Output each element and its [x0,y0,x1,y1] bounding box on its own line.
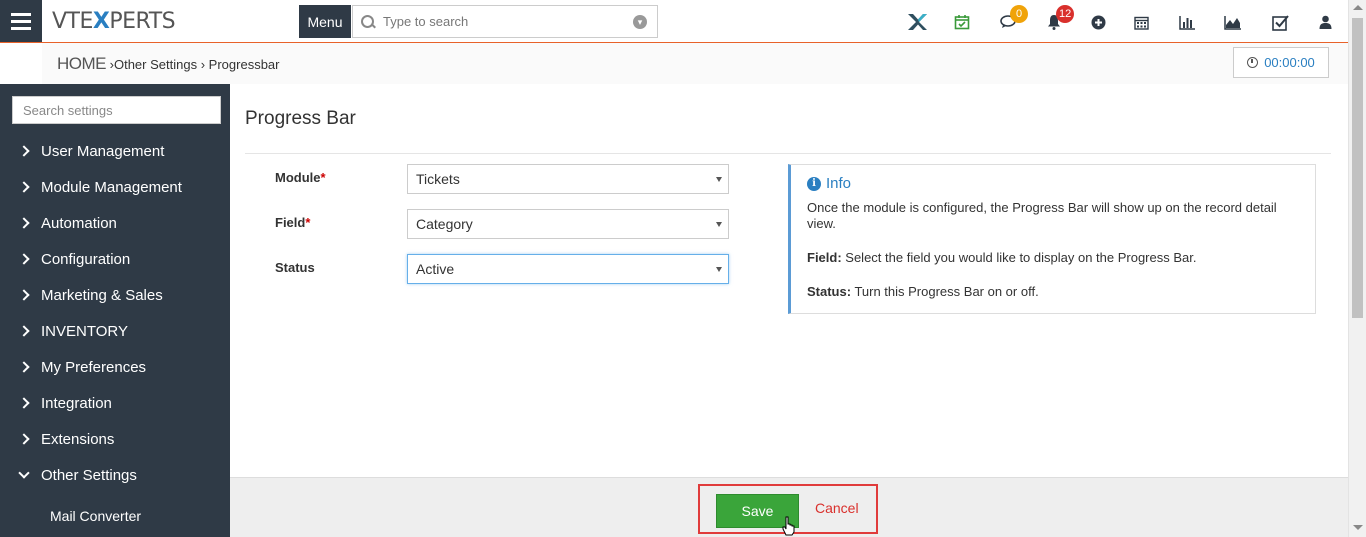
sidebar-item-label: User Management [41,142,165,160]
plus-circle-icon[interactable] [1084,8,1112,36]
chevron-right-icon: › [200,57,206,72]
chevron-right-icon [18,289,30,301]
chat-count-badge: 0 [1010,5,1028,23]
vtexperts-logo[interactable]: VTEXPERTS [52,9,176,34]
main-content: Progress Bar Module* Tickets Field* Cate… [230,84,1348,477]
chevron-right-icon [18,145,30,157]
sidebar-subitem-mail-converter[interactable]: Mail Converter [50,508,141,524]
sidebar-item-extensions[interactable]: Extensions [0,421,230,457]
chevron-right-icon [18,325,30,337]
sidebar-item-automation[interactable]: Automation [0,205,230,241]
scrollbar-thumb[interactable] [1352,18,1363,318]
status-select[interactable]: Active [407,254,729,284]
breadcrumb-other-settings[interactable]: Other Settings [114,57,197,72]
sidebar-item-label: Marketing & Sales [41,286,163,304]
sidebar-item-label: Module Management [41,178,182,196]
settings-search-placeholder: Search settings [23,102,113,118]
menu-button[interactable]: Menu [299,5,351,38]
required-marker: * [320,170,326,185]
sidebar-item-label: INVENTORY [41,322,128,340]
settings-search-input[interactable]: Search settings [12,96,221,124]
bell-icon[interactable]: 12 [1040,5,1075,36]
sidebar-item-label: Other Settings [41,466,137,484]
sidebar-item-integration[interactable]: Integration [0,385,230,421]
dropdown-arrow-icon [716,177,722,182]
sidebar-item-marketing-sales[interactable]: Marketing & Sales [0,277,230,313]
area-chart-icon[interactable] [1219,8,1247,36]
breadcrumb-progressbar: Progressbar [208,57,280,72]
checkbox-icon[interactable] [1266,8,1294,36]
info-icon: i [807,176,821,191]
breadcrumb-home[interactable]: HOME [57,54,107,73]
module-select-value: Tickets [416,171,460,187]
sidebar-item-other-settings[interactable]: Other Settings [0,457,230,493]
info-status-text: Status: Turn this Progress Bar on or off… [807,284,1039,299]
chevron-right-icon [18,397,30,409]
settings-sidebar: Search settings User Management Module M… [0,84,230,537]
global-search-input[interactable]: Type to search ▾ [352,5,658,38]
scroll-up-icon[interactable] [1353,5,1363,10]
divider [245,153,1331,154]
chevron-right-icon [18,361,30,373]
user-icon[interactable] [1311,8,1339,36]
module-select[interactable]: Tickets [407,164,729,194]
chevron-right-icon [18,253,30,265]
timer-button[interactable]: 00:00:00 [1233,47,1329,78]
notification-count-badge: 12 [1056,5,1075,23]
sidebar-item-inventory[interactable]: INVENTORY [0,313,230,349]
info-heading: i Info [807,175,1299,192]
top-navbar: VTEXPERTS Menu Type to search ▾ 0 12 [0,0,1348,43]
chevron-down-icon [18,467,30,479]
sidebar-item-label: Integration [41,394,112,412]
sidebar-item-module-management[interactable]: Module Management [0,169,230,205]
field-select[interactable]: Category [407,209,729,239]
sidebar-item-my-preferences[interactable]: My Preferences [0,349,230,385]
bar-chart-icon[interactable] [1173,8,1201,36]
sidebar-item-configuration[interactable]: Configuration [0,241,230,277]
required-marker: * [305,215,311,230]
chevron-right-icon [18,217,30,229]
chevron-right-icon [18,181,30,193]
dropdown-arrow-icon [716,222,722,227]
search-icon [361,14,375,29]
hand-cursor-icon [782,516,795,536]
calendar-icon[interactable] [1127,8,1155,36]
vtx-logo-icon[interactable] [903,8,931,36]
sidebar-item-label: Configuration [41,250,131,268]
sidebar-item-user-management[interactable]: User Management [0,133,230,169]
hamburger-menu-icon[interactable] [0,0,42,42]
dropdown-arrow-icon [716,267,722,272]
sidebar-item-label: My Preferences [41,358,147,376]
form-footer: Save Cancel [230,477,1348,537]
cancel-link[interactable]: Cancel [815,500,859,516]
info-intro: Once the module is configured, the Progr… [807,200,1277,231]
status-field-label: Status [275,260,315,275]
clock-icon [1247,57,1259,68]
timer-value: 00:00:00 [1264,55,1315,70]
calendar-check-icon[interactable] [948,8,976,36]
chat-icon[interactable]: 0 [994,5,1028,36]
info-field-text: Field: Select the field you would like t… [807,250,1197,265]
breadcrumb-bar: HOME ›Other Settings › Progressbar 00:00… [42,43,1348,84]
chevron-right-icon [18,433,30,445]
sidebar-item-label: Automation [41,214,117,232]
search-dropdown-icon[interactable]: ▾ [633,15,647,29]
sidebar-item-label: Extensions [41,430,115,448]
field-field-label: Field* [275,215,311,230]
breadcrumb: HOME ›Other Settings › Progressbar [57,54,279,74]
status-select-value: Active [416,261,455,277]
module-field-label: Module* [275,170,326,185]
page-scrollbar[interactable] [1348,0,1366,537]
info-panel: i Info Once the module is configured, the… [788,164,1316,314]
global-search-placeholder: Type to search [383,14,469,29]
page-title: Progress Bar [245,108,356,129]
scroll-down-icon[interactable] [1353,525,1363,530]
field-select-value: Category [416,216,473,232]
